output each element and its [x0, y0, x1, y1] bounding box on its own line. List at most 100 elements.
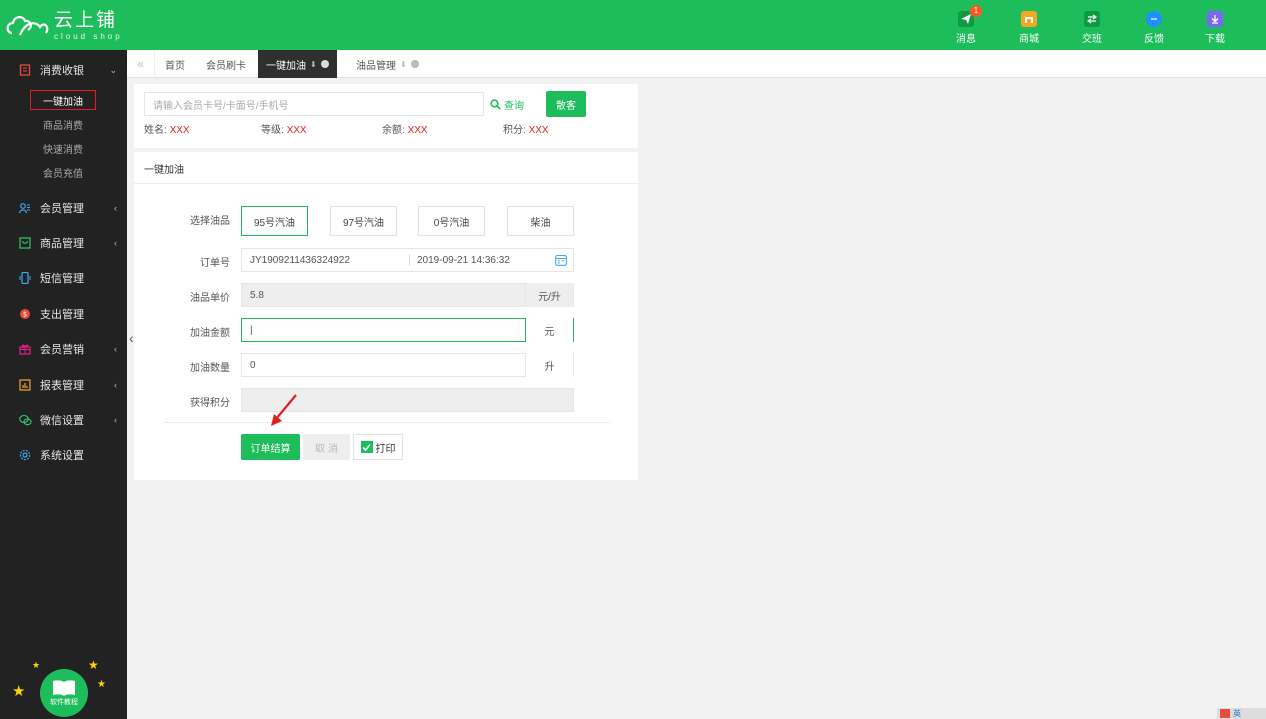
download-icon: [1207, 11, 1223, 27]
tab-oil-manage[interactable]: 油品管理 ⬇: [348, 50, 427, 78]
tab-home[interactable]: 首页: [157, 50, 193, 78]
oil-option-97[interactable]: 97号汽油: [330, 206, 397, 236]
guest-button[interactable]: 散客: [546, 91, 586, 117]
section-divider: [134, 148, 638, 152]
pin-icon[interactable]: ⬇: [400, 60, 407, 69]
gear-icon: [18, 448, 32, 462]
order-time-input[interactable]: 2019-09-21 14:36:32: [417, 255, 510, 266]
oil-option-95[interactable]: 95号汽油: [241, 206, 308, 236]
print-label: 打印: [375, 443, 396, 455]
top-nav-label: 反馈: [1144, 34, 1164, 45]
annotation-arrow-icon: [271, 394, 297, 426]
top-nav-feedback[interactable]: 反馈: [1134, 6, 1174, 45]
sidebar-item-goods-manage[interactable]: 商品管理 ‹: [0, 228, 127, 258]
top-nav-label: 消息: [956, 34, 976, 45]
ime-indicator: 英: [1217, 708, 1266, 719]
oil-select-label: 选择油品: [190, 216, 230, 227]
top-nav-label: 下载: [1205, 34, 1225, 45]
open-book-icon: [53, 680, 75, 696]
users-icon: [18, 201, 32, 215]
chevron-left-icon: ‹: [114, 344, 117, 354]
unit-price-label: 油品单价: [190, 293, 230, 304]
brand-logo[interactable]: 云上铺 cloud shop: [6, 8, 123, 44]
star-icon: ★: [97, 679, 106, 690]
top-nav-label: 交班: [1082, 34, 1102, 45]
coin-icon: $: [18, 307, 32, 321]
top-nav-shift[interactable]: 交班: [1072, 6, 1112, 45]
calendar-icon[interactable]: [555, 254, 567, 266]
chevron-left-icon: ‹: [114, 238, 117, 248]
sidebar-item-member-marketing[interactable]: 会员营销 ‹: [0, 334, 127, 364]
sidebar-item-label: 系统设置: [40, 450, 84, 462]
tab-quick-refuel[interactable]: 一键加油 ⬇: [258, 50, 337, 78]
refuel-quantity-input[interactable]: 0 升: [241, 353, 574, 377]
member-level-value: XXX: [286, 125, 307, 136]
unit-price-unit: 元/升: [525, 283, 573, 307]
query-label: 查询: [504, 100, 524, 112]
chat-icon: [1146, 11, 1162, 27]
top-bar: 云上铺 cloud shop 1 消息 商城 交班 反馈 下载: [0, 0, 1266, 50]
sidebar-item-wechat-settings[interactable]: 微信设置 ‹: [0, 405, 127, 435]
top-nav-mall[interactable]: 商城: [1009, 6, 1049, 45]
refuel-amount-input[interactable]: | 元: [241, 318, 574, 342]
checkmark-icon: [360, 441, 373, 453]
query-button[interactable]: 查询: [490, 92, 524, 116]
message-badge: 1: [970, 5, 982, 17]
divider: [409, 254, 410, 266]
sidebar-item-label: 短信管理: [40, 273, 84, 285]
tab-label: 油品管理: [356, 60, 396, 72]
top-nav-download[interactable]: 下载: [1195, 6, 1235, 45]
oil-option-0[interactable]: 0号汽油: [418, 206, 485, 236]
collapse-sidebar-chevron-icon[interactable]: ‹: [129, 330, 134, 346]
order-settle-button[interactable]: 订单结算: [241, 434, 300, 460]
member-balance-value: XXX: [407, 125, 428, 136]
refuel-amount-label: 加油金额: [190, 328, 230, 339]
sidebar-item-sms-manage[interactable]: 短信管理: [0, 263, 127, 293]
close-icon[interactable]: [410, 60, 419, 68]
brand-subtitle: cloud shop: [54, 32, 123, 41]
top-nav-label: 商城: [1019, 34, 1039, 45]
order-no-field: JY1909211436324922 2019-09-21 14:36:32: [241, 248, 574, 272]
wechat-icon: [18, 413, 32, 427]
star-icon: ★: [88, 658, 99, 672]
cancel-button[interactable]: 取 消: [303, 434, 350, 460]
chevron-down-icon: ⌄: [109, 64, 117, 75]
refuel-quantity-value: 0: [250, 359, 256, 371]
sidebar-item-member-manage[interactable]: 会员管理 ‹: [0, 193, 127, 223]
close-icon[interactable]: [320, 60, 329, 68]
chevron-left-icon: ‹: [114, 203, 117, 213]
member-search-input[interactable]: 请输入会员卡号/卡面号/手机号: [144, 92, 484, 116]
sidebar-sub-member-recharge[interactable]: 会员充值: [30, 162, 96, 182]
sidebar-item-label: 微信设置: [40, 415, 84, 427]
sidebar-item-label: 支出管理: [40, 309, 84, 321]
sidebar-sub-fast-consume[interactable]: 快速消费: [30, 138, 96, 158]
phone-icon: [18, 271, 32, 285]
sidebar-sub-goods-consume[interactable]: 商品消费: [30, 114, 96, 134]
sidebar-item-consume-cashier[interactable]: 消费收银 ⌄: [0, 55, 127, 85]
oil-option-diesel[interactable]: 柴油: [507, 206, 574, 236]
double-chevron-left-icon[interactable]: «: [127, 50, 155, 78]
refuel-amount-value: |: [250, 324, 253, 336]
sidebar-item-label: 报表管理: [40, 380, 84, 392]
sidebar-item-system-settings[interactable]: 系统设置: [0, 440, 127, 470]
ime-logo-icon: [1220, 709, 1230, 718]
sidebar-sub-quick-refuel[interactable]: 一键加油: [30, 90, 96, 110]
bar-chart-icon: [18, 378, 32, 392]
tab-label: 会员刷卡: [206, 60, 246, 72]
top-nav-messages[interactable]: 1 消息: [946, 5, 986, 45]
software-tutorial-button[interactable]: 软件教程: [40, 669, 88, 717]
sidebar-item-expense-manage[interactable]: $ 支出管理: [0, 299, 127, 329]
pin-icon[interactable]: ⬇: [310, 60, 317, 69]
tab-label: 一键加油: [266, 60, 306, 72]
member-points-value: XXX: [528, 125, 549, 136]
tab-member-card[interactable]: 会员刷卡: [198, 50, 254, 78]
unit-price-value: 5.8: [250, 289, 264, 301]
refuel-quantity-label: 加油数量: [190, 363, 230, 374]
tab-label: 首页: [165, 60, 185, 72]
sidebar-item-label: 消费收银: [40, 65, 84, 77]
quick-refuel-panel: 请输入会员卡号/卡面号/手机号 查询 散客 姓名: XXX 等级: XXX 余额…: [134, 84, 638, 480]
search-icon: [490, 98, 501, 110]
print-checkbox[interactable]: 打印: [353, 434, 403, 460]
unit-price-field: 5.8 元/升: [241, 283, 574, 307]
sidebar-item-report-manage[interactable]: 报表管理 ‹: [0, 370, 127, 400]
